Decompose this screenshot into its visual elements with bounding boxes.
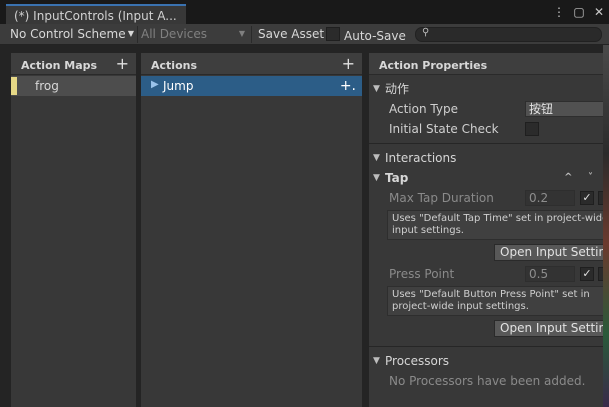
action-properties-panel: Action Properties ▼ 动作 Action Type 按钮 In… — [369, 53, 609, 407]
max-tap-field[interactable]: 0.2 — [525, 190, 575, 206]
foldout-arrow-icon: ▼ — [373, 173, 380, 183]
search-icon: ⚲ — [422, 27, 430, 38]
add-action-button[interactable]: + — [342, 53, 355, 75]
divider — [369, 143, 609, 144]
default-toggle-checkbox[interactable]: ✓ — [580, 267, 594, 281]
press-point-field[interactable]: 0.5 — [525, 266, 575, 282]
foldout-arrow-icon: ▼ — [373, 84, 380, 94]
interactions-label: Interactions — [385, 151, 457, 165]
save-asset-button[interactable]: Save Asset — [258, 24, 324, 44]
help-text: input settings. — [392, 225, 464, 236]
action-label: Jump — [163, 79, 194, 93]
action-maps-panel: Action Maps + frog — [11, 53, 136, 407]
foldout-arrow-icon: ▼ — [373, 356, 380, 366]
max-tap-label: Max Tap Duration — [389, 191, 494, 205]
scene-view-edge — [603, 45, 609, 407]
no-processors-text: No Processors have been added. — [389, 374, 586, 388]
open-input-settings-button[interactable]: Open Input Settin — [494, 244, 609, 261]
toolbar-divider — [251, 26, 252, 43]
action-section-label: 动作 — [385, 82, 410, 96]
add-action-map-button[interactable]: + — [116, 53, 129, 75]
action-maps-title: Action Maps — [21, 59, 98, 72]
max-tap-row: Max Tap Duration 0.2 ✓ — [369, 188, 609, 208]
action-item[interactable]: ▶ Jump +. — [141, 76, 362, 96]
action-type-label: Action Type — [389, 102, 458, 116]
tab-input-controls[interactable]: (*) InputControls (Input A... — [6, 4, 186, 24]
dropdown-arrow-icon: ▼ — [127, 29, 134, 38]
dropdown-arrow-icon: ▼ — [238, 29, 245, 38]
initial-state-checkbox[interactable] — [525, 122, 539, 136]
action-map-item[interactable]: frog — [11, 76, 136, 96]
action-type-row: Action Type 按钮 — [369, 99, 609, 119]
devices-label: All Devices — [141, 27, 207, 41]
reorder-arrows-icon[interactable]: ^ ˅ — [564, 168, 599, 188]
default-toggle-checkbox[interactable]: ✓ — [580, 191, 594, 205]
close-icon[interactable]: ✕ — [593, 5, 605, 19]
press-point-row: Press Point 0.5 ✓ — [369, 264, 609, 284]
control-scheme-label: No Control Scheme — [10, 27, 126, 41]
tap-foldout[interactable]: ▼ Tap ^ ˅ — [369, 168, 609, 188]
search-input[interactable]: ⚲ — [415, 27, 602, 42]
tab-title: (*) InputControls (Input A... — [14, 9, 177, 23]
divider — [369, 346, 609, 347]
maximize-icon[interactable]: ▢ — [573, 5, 585, 19]
initial-state-label: Initial State Check — [389, 122, 499, 136]
help-text: Uses "Default Button Press Point" set in — [392, 289, 590, 300]
auto-save-label: Auto-Save — [344, 29, 406, 43]
initial-state-row: Initial State Check — [369, 119, 609, 139]
splitter[interactable] — [362, 45, 369, 407]
action-type-dropdown[interactable]: 按钮 — [525, 101, 605, 117]
action-properties-title: Action Properties — [379, 59, 488, 72]
actions-header: Actions + — [141, 53, 362, 75]
action-maps-header: Action Maps + — [11, 53, 136, 75]
auto-save-checkbox[interactable] — [326, 27, 340, 41]
action-properties-header: Action Properties — [369, 53, 609, 75]
toolbar-divider — [137, 26, 138, 43]
add-binding-button[interactable]: +. — [340, 76, 356, 96]
press-point-label: Press Point — [389, 267, 455, 281]
toolbar: No Control Scheme ▼ All Devices ▼ Save A… — [0, 24, 609, 45]
foldout-arrow-icon: ▼ — [373, 153, 380, 163]
gutter — [0, 45, 11, 407]
actions-title: Actions — [151, 59, 197, 72]
action-map-marker — [11, 77, 17, 95]
processors-foldout[interactable]: ▼ Processors — [369, 351, 609, 371]
devices-dropdown[interactable]: All Devices ▼ — [141, 24, 247, 44]
help-text: Uses "Default Tap Time" set in project-w… — [392, 213, 609, 224]
more-icon[interactable]: ⋮ — [553, 5, 565, 19]
action-section-foldout[interactable]: ▼ 动作 — [369, 79, 609, 99]
action-map-label: frog — [35, 79, 59, 93]
tap-label: Tap — [385, 171, 409, 185]
interactions-foldout[interactable]: ▼ Interactions — [369, 148, 609, 168]
help-text: project-wide input settings. — [392, 301, 529, 312]
actions-panel: Actions + ▶ Jump +. — [141, 53, 362, 407]
tab-bar: (*) InputControls (Input A... ⋮ ▢ ✕ — [0, 0, 609, 24]
help-box: Uses "Default Tap Time" set in project-w… — [387, 210, 609, 240]
help-box: Uses "Default Button Press Point" set in… — [387, 286, 609, 316]
open-input-settings-button[interactable]: Open Input Settin — [494, 320, 609, 337]
expand-arrow-icon[interactable]: ▶ — [151, 79, 159, 90]
window-controls: ⋮ ▢ ✕ — [553, 5, 605, 19]
gutter — [11, 45, 609, 53]
processors-label: Processors — [385, 354, 450, 368]
control-scheme-dropdown[interactable]: No Control Scheme ▼ — [10, 24, 136, 44]
